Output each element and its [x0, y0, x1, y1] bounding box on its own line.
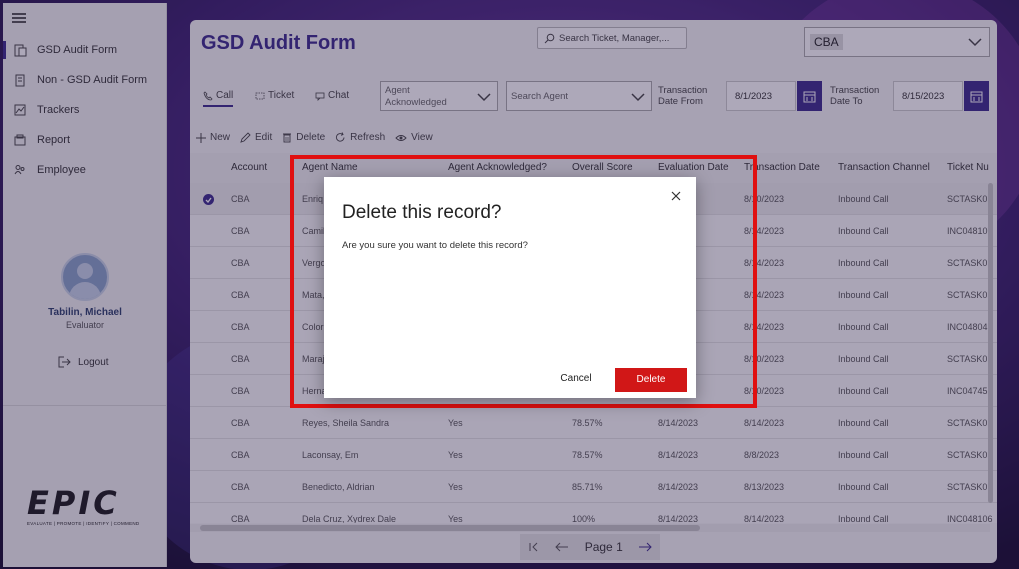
confirm-delete-button[interactable]: Delete [615, 368, 687, 392]
app-window: GSD Audit Form Non - GSD Audit Form Trac… [0, 0, 1019, 569]
dialog-message: Are you sure you want to delete this rec… [342, 240, 528, 251]
dialog-title: Delete this record? [342, 202, 502, 223]
cancel-button[interactable]: Cancel [552, 368, 600, 390]
delete-confirm-dialog: Delete this record? Are you sure you wan… [324, 177, 696, 398]
close-icon[interactable] [669, 189, 683, 203]
